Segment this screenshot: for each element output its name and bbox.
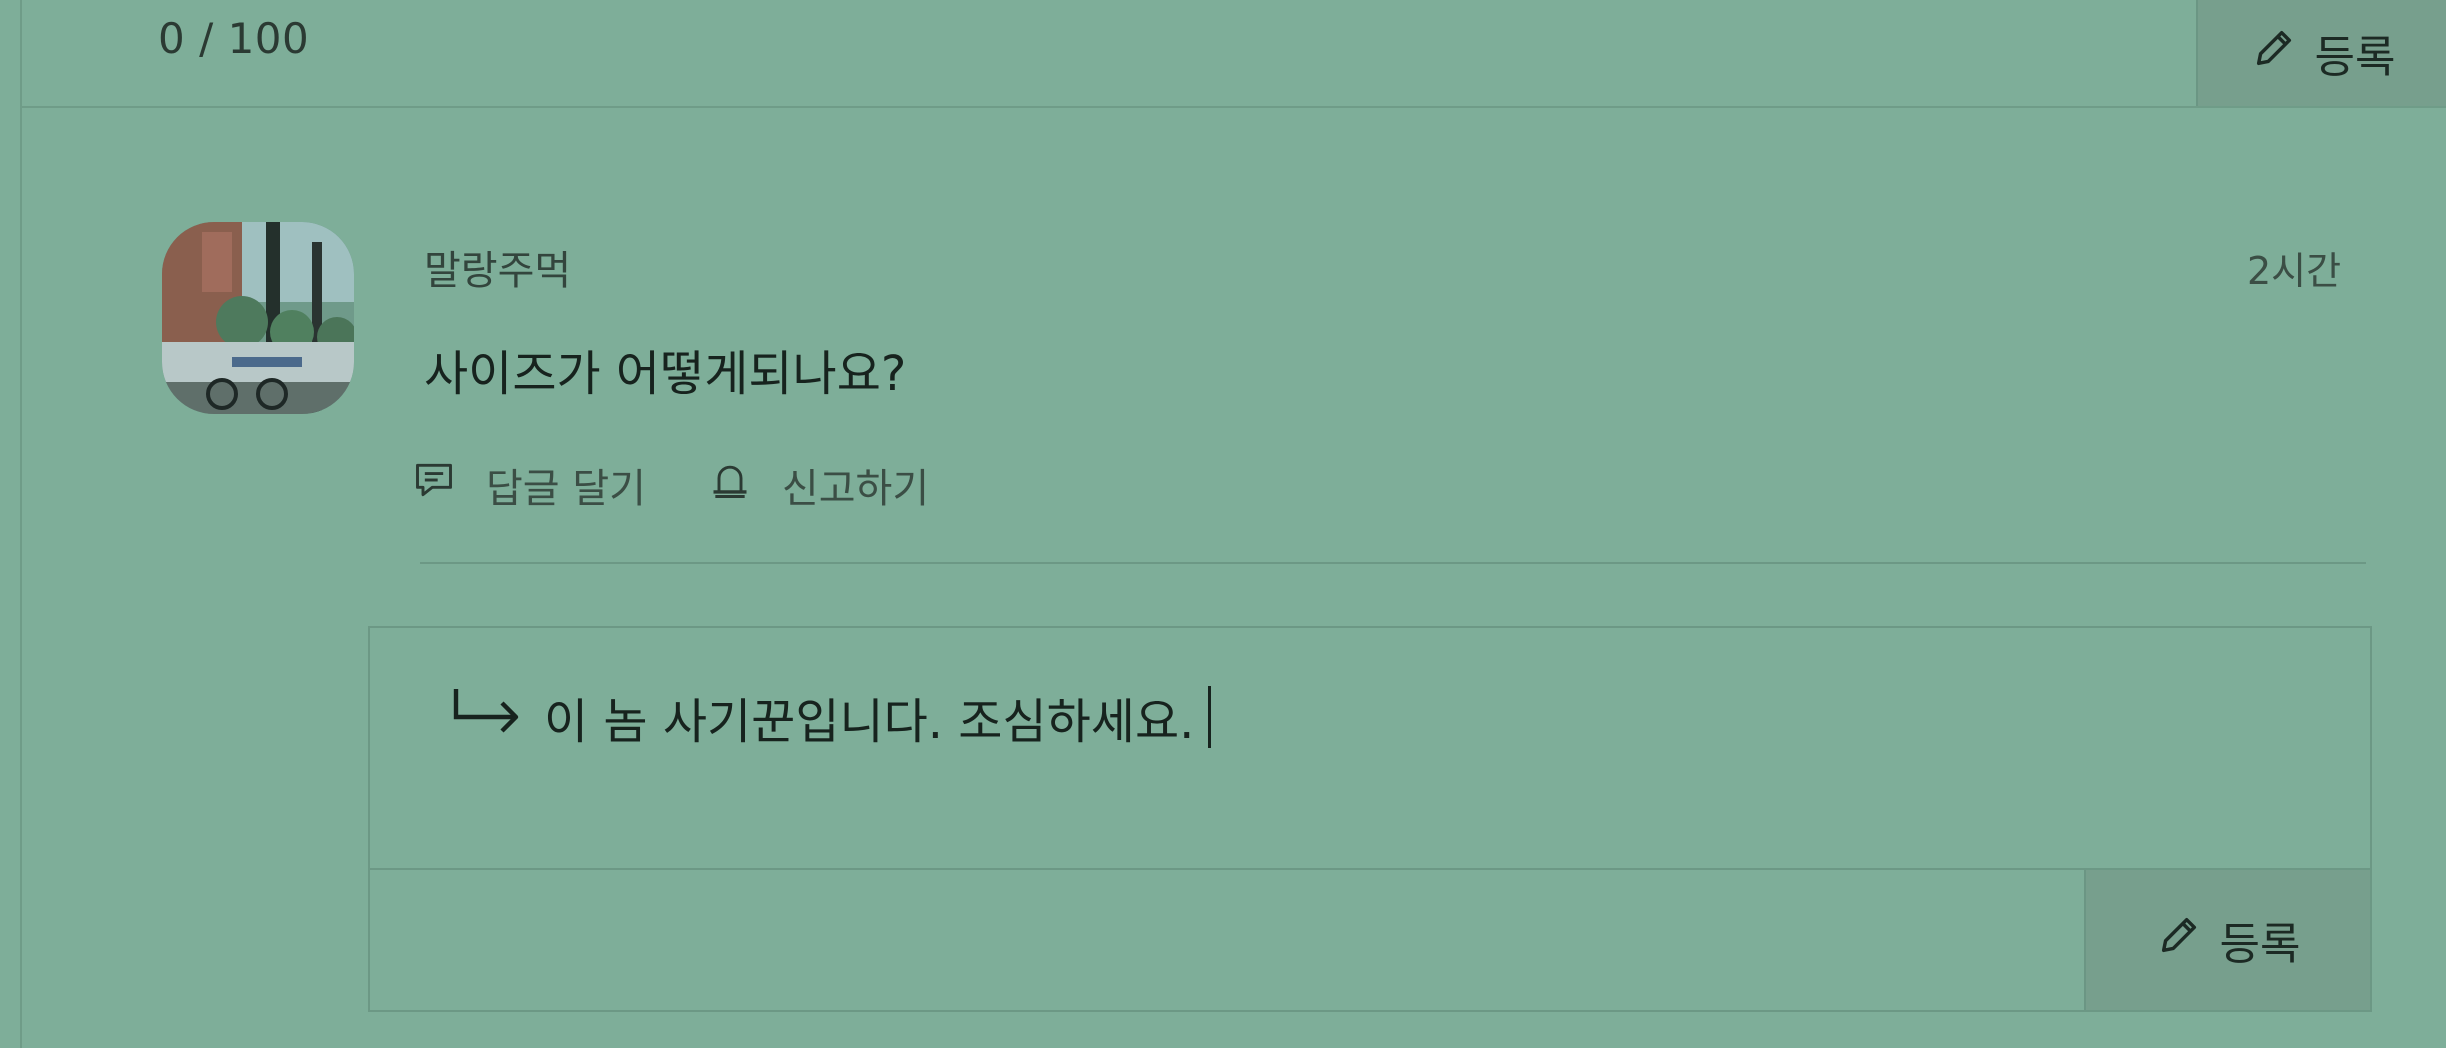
divider [420, 562, 2366, 564]
left-border [20, 108, 22, 1048]
top-submit-button[interactable]: 등록 [2196, 0, 2446, 106]
reply-form: 이 놈 사기꾼입니다. 조심하세요. 등록 [368, 626, 2372, 1012]
top-submit-label: 등록 [2314, 32, 2396, 83]
reply-button-label: 답글 달기 [486, 466, 646, 512]
reply-input-text: 이 놈 사기꾼입니다. 조심하세요. [544, 694, 1195, 750]
report-button[interactable]: 신고하기 [708, 456, 929, 514]
siren-icon [708, 458, 752, 512]
avatar[interactable] [162, 222, 354, 414]
comment-time: 2시간 [2247, 249, 2342, 293]
comment-actions: 답글 달기 신고하기 [412, 456, 929, 514]
report-button-label: 신고하기 [781, 466, 930, 512]
reply-submit-label: 등록 [2219, 919, 2301, 970]
pencil-icon [2251, 25, 2297, 82]
comment-author[interactable]: 말랑주먹 [424, 238, 571, 296]
reply-button[interactable]: 답글 달기 [412, 456, 646, 514]
reply-submit-button[interactable]: 등록 [2084, 870, 2370, 1010]
top-comment-form: 0 / 100 등록 [20, 0, 2446, 108]
comments-page: 0 / 100 등록 말랑주먹 2시간 사이즈가 어떻게되나요? 답글 달기 신… [0, 0, 2446, 1048]
reply-arrow-icon [448, 685, 524, 749]
speech-bubble-icon [412, 458, 456, 512]
pencil-icon [2156, 912, 2202, 969]
text-caret [1208, 686, 1212, 748]
char-counter: 0 / 100 [158, 14, 310, 63]
comment-text: 사이즈가 어떻게되나요? [424, 346, 907, 402]
reply-input[interactable]: 이 놈 사기꾼입니다. 조심하세요. [370, 628, 2370, 870]
